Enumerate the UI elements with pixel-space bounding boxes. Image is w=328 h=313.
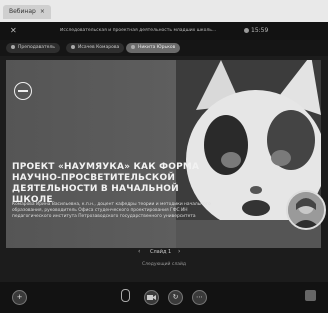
- slide-number: Слайд 1: [150, 249, 172, 255]
- participant-label: Никита Юрьков: [138, 45, 176, 50]
- microphone-icon[interactable]: [121, 289, 130, 302]
- close-icon[interactable]: ✕: [10, 26, 17, 35]
- university-logo: [14, 82, 32, 100]
- participant-chip[interactable]: Никита Юрьков: [126, 43, 181, 53]
- next-slide-button[interactable]: ›: [178, 248, 180, 255]
- tab-close-icon[interactable]: ×: [40, 8, 45, 15]
- bottom-toolbar: [0, 282, 328, 313]
- participant-chip[interactable]: Преподаватель: [6, 43, 60, 53]
- browser-tab[interactable]: Вебинар ×: [3, 5, 51, 19]
- user-icon: [11, 44, 15, 49]
- browser-topbar: Вебинар ×: [0, 0, 328, 22]
- participant-chip[interactable]: Исачев Комарова: [66, 43, 125, 53]
- next-slide-label: Следующий слайд: [141, 262, 186, 267]
- user-icon: [131, 44, 135, 49]
- tab-label: Вебинар: [9, 8, 36, 15]
- recording-time: 15:59: [251, 27, 269, 34]
- camera-button[interactable]: [144, 290, 159, 305]
- user-icon: [71, 44, 75, 49]
- leave-button[interactable]: [305, 290, 316, 301]
- add-button[interactable]: +: [12, 290, 27, 305]
- screen-share-button[interactable]: ↻: [168, 290, 183, 305]
- participant-label: Преподаватель: [18, 45, 55, 50]
- slide-title: ПРОЕКТ «НАУМЯУКА» КАК ФОРМА НАУЧНО-ПРОСВ…: [12, 162, 200, 205]
- presentation-slide: ПРОЕКТ «НАУМЯУКА» КАК ФОРМА НАУЧНО-ПРОСВ…: [6, 60, 321, 248]
- prev-slide-button[interactable]: ‹: [138, 248, 140, 255]
- meeting-title: Исследовательская и проектная деятельнос…: [60, 28, 217, 33]
- participant-label: Исачев Комарова: [78, 45, 120, 50]
- slide-author: Комарова Ирина Васильевна, к.п.н., доцен…: [12, 202, 211, 219]
- presenter-avatar[interactable]: [286, 190, 326, 230]
- record-dot-icon: [244, 28, 249, 33]
- recording-indicator: 15:59: [244, 27, 268, 34]
- presenter-photo: [288, 192, 324, 228]
- camera-icon: [147, 295, 156, 300]
- more-options-button[interactable]: ⋯: [192, 290, 207, 305]
